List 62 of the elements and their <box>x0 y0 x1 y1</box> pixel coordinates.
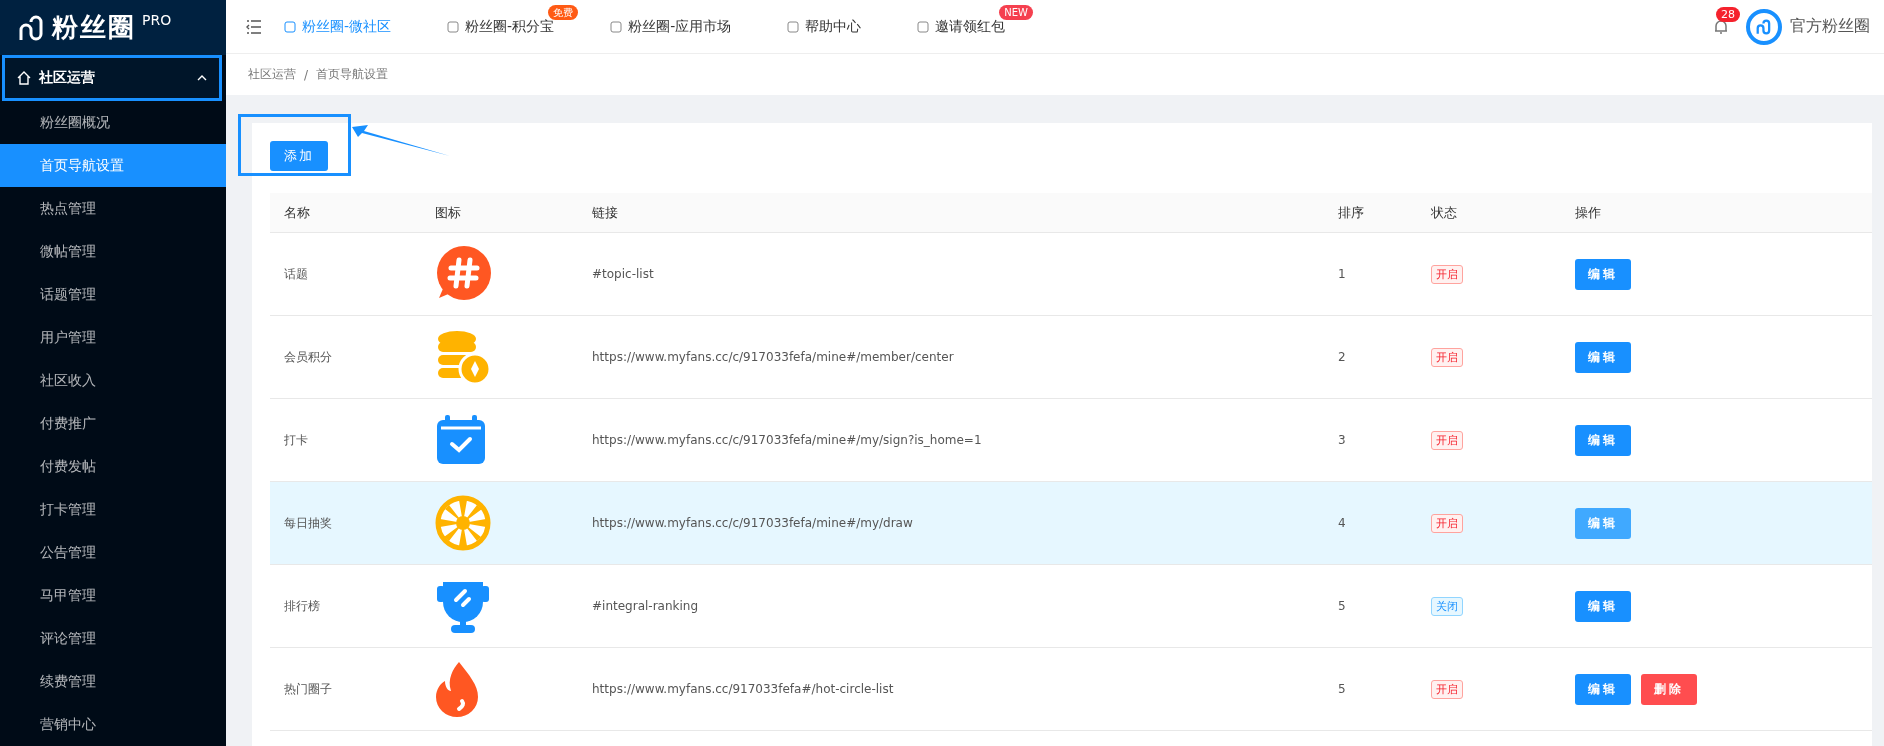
logo-tag: PRO <box>142 12 172 28</box>
status-tag: 关闭 <box>1431 596 1463 616</box>
breadcrumb-item: / <box>304 67 309 82</box>
sidebar-item[interactable]: 付费发帖 <box>0 445 226 488</box>
calendar-check-icon <box>435 414 487 466</box>
menu-fold-icon[interactable] <box>246 19 262 34</box>
status-tag: 开启 <box>1431 430 1463 450</box>
nav-tab[interactable]: 邀请领红包 <box>917 17 1006 36</box>
nav-label: 粉丝圈-微社区 <box>302 17 392 36</box>
table-cell: 4 <box>1324 482 1417 565</box>
status-tag: 开启 <box>1431 347 1463 367</box>
nav-label: 帮助中心 <box>805 17 862 36</box>
user-avatar[interactable] <box>1746 8 1782 45</box>
sidebar-item[interactable]: 营销中心 <box>0 703 226 746</box>
sidebar-item[interactable]: 马甲管理 <box>0 574 226 617</box>
status-tag: 开启 <box>1431 679 1463 699</box>
breadcrumb-item[interactable]: 社区运营 <box>248 66 296 83</box>
sidebar-item[interactable]: 打卡管理 <box>0 488 226 531</box>
nav-icon <box>447 20 460 33</box>
notification-count: 28 <box>1716 6 1740 22</box>
status-tag: 开启 <box>1431 264 1463 284</box>
sidebar-group[interactable]: 社区运营 <box>2 55 222 101</box>
column-header: 排序 <box>1324 193 1417 233</box>
sidebar-item[interactable]: 续费管理 <box>0 660 226 703</box>
sidebar-item[interactable]: 付费推广 <box>0 402 226 445</box>
nav-icon <box>787 20 800 33</box>
table-cell: 每日抽奖 <box>270 482 421 565</box>
sidebar-item[interactable]: 微帖管理 <box>0 230 226 273</box>
sidebar-item[interactable]: 话题管理 <box>0 273 226 316</box>
nav-icon <box>917 20 930 33</box>
flame-icon <box>435 661 479 717</box>
nav-badge: 免费 <box>548 4 579 20</box>
nav-tab[interactable]: 帮助中心 <box>787 17 862 36</box>
column-header: 链接 <box>578 193 1324 233</box>
user-name[interactable]: 官方粉丝圈 <box>1790 16 1870 37</box>
home-icon <box>17 71 31 86</box>
column-header: 图标 <box>421 193 578 233</box>
column-header: 操作 <box>1561 193 1872 233</box>
logo-text: 粉丝圈 <box>52 11 136 45</box>
chevron-icon <box>197 75 207 82</box>
sidebar-item[interactable]: 社区收入 <box>0 359 226 402</box>
logo-icon <box>18 13 46 42</box>
table-cell: https://www.myfans.cc/c/917033fefa/mine#/my/draw <box>578 482 1324 565</box>
nav-icon <box>284 20 296 33</box>
bell-icon[interactable] <box>1714 18 1728 35</box>
sidebar-item[interactable]: 粉丝圈概况 <box>0 101 226 144</box>
column-header: 名称 <box>270 193 421 233</box>
column-header: 状态 <box>1417 193 1561 233</box>
wheel-icon <box>435 495 491 551</box>
sidebar-item[interactable]: 热点管理 <box>0 187 226 230</box>
status-tag: 开启 <box>1431 513 1463 533</box>
nav-badge: NEW <box>999 4 1033 20</box>
sidebar-item[interactable]: 用户管理 <box>0 316 226 359</box>
nav-label: 粉丝圈-积分宝 <box>465 17 555 36</box>
sidebar-item[interactable]: 评论管理 <box>0 617 226 660</box>
coins-icon <box>435 329 491 385</box>
nav-tab[interactable]: 粉丝圈-积分宝 <box>447 17 555 36</box>
nav-icon <box>610 20 623 33</box>
breadcrumb-item: 首页导航设置 <box>316 66 389 83</box>
hash-bubble-icon <box>435 246 491 302</box>
nav-label: 邀请领红包 <box>935 17 1006 36</box>
sidebar-item[interactable]: 公告管理 <box>0 531 226 574</box>
